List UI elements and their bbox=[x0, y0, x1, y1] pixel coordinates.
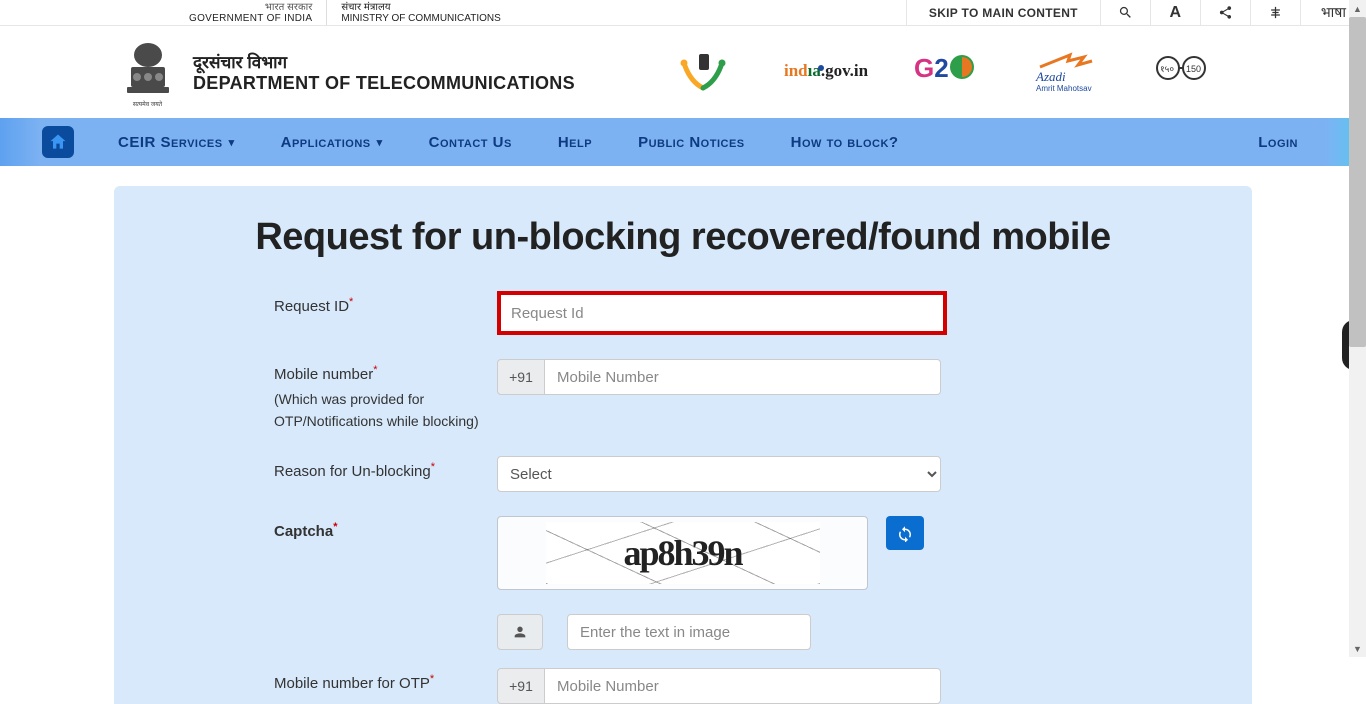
partner-logos: indıa.gov.in G2 AzadiAmrit Mahotsav १५० 1… bbox=[668, 47, 1366, 97]
reason-select[interactable]: Select bbox=[497, 456, 941, 492]
dept-name-english: DEPARTMENT OF TELECOMMUNICATIONS bbox=[193, 73, 575, 94]
emblem-motto: सत्यमेव जयते bbox=[133, 100, 162, 108]
user-icon bbox=[512, 624, 528, 640]
dept-name-hindi: दूरसंचार विभाग bbox=[193, 50, 575, 73]
chevron-down-icon: ▾ bbox=[229, 136, 235, 149]
text-size-button[interactable]: A bbox=[1150, 0, 1200, 25]
refresh-icon bbox=[896, 524, 914, 542]
mobile-number-label: Mobile number* (Which was provided for O… bbox=[114, 359, 497, 432]
nav-label: Help bbox=[558, 134, 592, 151]
sanchar-saathi-logo bbox=[668, 47, 738, 97]
otp-mobile-label: Mobile number for OTP* bbox=[114, 668, 497, 695]
g20-logo: G2 bbox=[914, 47, 984, 97]
svg-text:G2: G2 bbox=[914, 53, 949, 83]
gov-hindi-label: भारत सरकार bbox=[189, 2, 312, 13]
scroll-thumb[interactable] bbox=[1349, 17, 1366, 347]
nav-contact-us[interactable]: Contact Us bbox=[429, 134, 512, 151]
svg-text:१५०: १५० bbox=[1160, 64, 1174, 74]
nav-ceir-services[interactable]: CEIR Services ▾ bbox=[118, 134, 235, 151]
primary-navigation: CEIR Services▾ Applications▾ Contact Us … bbox=[0, 118, 1366, 166]
unblock-request-card: Request for un-blocking recovered/found … bbox=[114, 186, 1252, 704]
captcha-image: ap8h39n bbox=[546, 522, 820, 584]
gandhi-150-logo: १५० 150 bbox=[1146, 47, 1216, 97]
government-of-india-block: भारत सरकार GOVERNMENT OF INDIA bbox=[175, 0, 327, 25]
department-title-block: दूरसंचार विभाग DEPARTMENT OF TELECOMMUNI… bbox=[193, 50, 575, 94]
captcha-user-icon-box bbox=[497, 614, 543, 650]
share-button[interactable] bbox=[1200, 0, 1250, 25]
reason-label: Reason for Un-blocking* bbox=[114, 456, 497, 483]
nav-how-to-block[interactable]: How to block? bbox=[791, 134, 899, 151]
page-title: Request for un-blocking recovered/found … bbox=[114, 216, 1252, 259]
scroll-down-arrow[interactable]: ▼ bbox=[1349, 640, 1366, 657]
nav-help[interactable]: Help bbox=[558, 134, 592, 151]
request-id-input[interactable] bbox=[497, 291, 947, 335]
search-icon bbox=[1118, 5, 1133, 20]
share-icon bbox=[1218, 5, 1233, 20]
svg-text:indıa.gov.in: indıa.gov.in bbox=[784, 61, 868, 80]
home-icon bbox=[48, 132, 68, 152]
home-button[interactable] bbox=[42, 126, 74, 158]
svg-text:Amrit Mahotsav: Amrit Mahotsav bbox=[1036, 84, 1092, 93]
otp-mobile-input[interactable] bbox=[545, 668, 941, 704]
gov-english-label: GOVERNMENT OF INDIA bbox=[189, 13, 312, 24]
request-id-label: Request ID* bbox=[114, 291, 497, 318]
department-masthead: सत्यमेव जयते दूरसंचार विभाग DEPARTMENT O… bbox=[0, 26, 1366, 118]
scroll-up-arrow[interactable]: ▲ bbox=[1349, 0, 1366, 17]
login-label: Login bbox=[1258, 134, 1298, 151]
azadi-mahotsav-logo: AzadiAmrit Mahotsav bbox=[1030, 47, 1100, 97]
moc-hindi-label: संचार मंत्रालय bbox=[341, 2, 500, 13]
vertical-scrollbar[interactable]: ▲ ▼ bbox=[1349, 0, 1366, 657]
moc-english-label: MINISTRY OF COMMUNICATIONS bbox=[341, 13, 500, 24]
sitemap-icon bbox=[1268, 5, 1283, 20]
captcha-refresh-button[interactable] bbox=[886, 516, 924, 550]
national-emblem: सत्यमेव जयते bbox=[120, 36, 175, 108]
svg-text:150: 150 bbox=[1186, 64, 1201, 74]
nav-public-notices[interactable]: Public Notices bbox=[638, 134, 745, 151]
sitemap-button[interactable] bbox=[1250, 0, 1300, 25]
skip-to-main-link[interactable]: SKIP TO MAIN CONTENT bbox=[906, 0, 1100, 25]
otp-mobile-prefix: +91 bbox=[497, 668, 545, 704]
mobile-number-input[interactable] bbox=[545, 359, 941, 395]
mobile-prefix: +91 bbox=[497, 359, 545, 395]
mobile-number-hint: (Which was provided for OTP/Notification… bbox=[274, 388, 497, 432]
nav-label: How to block? bbox=[791, 134, 899, 151]
language-label: भाषा bbox=[1321, 3, 1346, 22]
nav-label: CEIR Services bbox=[118, 134, 223, 151]
svg-text:Azadi: Azadi bbox=[1035, 69, 1066, 84]
captcha-image-box: ap8h39n bbox=[497, 516, 868, 590]
india-gov-logo: indıa.gov.in bbox=[784, 47, 868, 97]
captcha-label: Captcha* bbox=[114, 516, 497, 543]
text-size-label: A bbox=[1170, 4, 1182, 22]
emblem-icon bbox=[125, 41, 171, 99]
nav-label: Applications bbox=[281, 134, 371, 151]
nav-label: Contact Us bbox=[429, 134, 512, 151]
chevron-down-icon: ▾ bbox=[377, 136, 383, 149]
nav-label: Public Notices bbox=[638, 134, 745, 151]
top-government-strip: भारत सरकार GOVERNMENT OF INDIA संचार मंत… bbox=[0, 0, 1366, 26]
search-button[interactable] bbox=[1100, 0, 1150, 25]
ministry-block: संचार मंत्रालय MINISTRY OF COMMUNICATION… bbox=[327, 0, 514, 25]
nav-applications[interactable]: Applications ▾ bbox=[281, 134, 383, 151]
captcha-input[interactable] bbox=[567, 614, 811, 650]
